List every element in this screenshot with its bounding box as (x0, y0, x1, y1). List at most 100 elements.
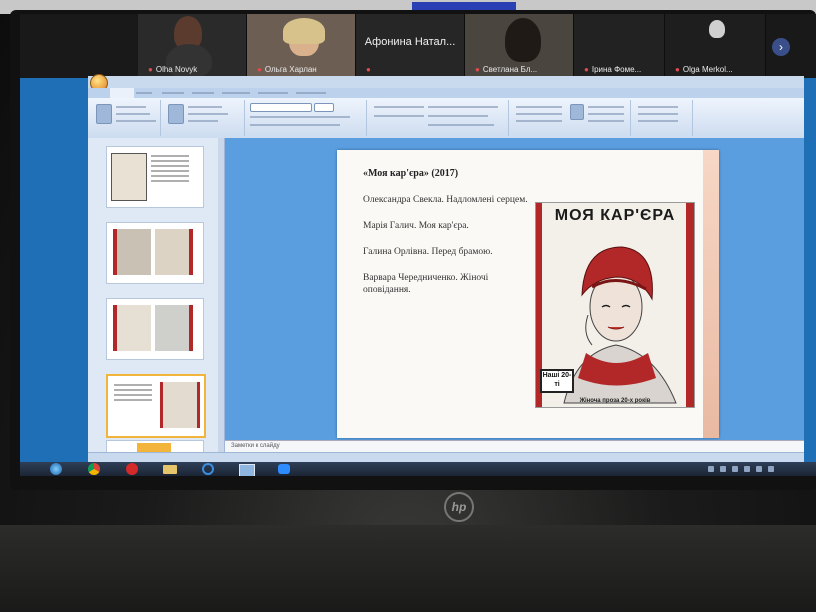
opera-icon[interactable] (118, 462, 146, 476)
internet-explorer-icon[interactable] (194, 462, 222, 476)
participant-tile[interactable]: ● Ірина Фоме... (574, 14, 665, 78)
shapes-gallery[interactable] (516, 106, 562, 108)
ribbon-command[interactable] (588, 120, 624, 122)
ribbon-command[interactable] (588, 113, 624, 115)
ribbon-group-paragraph (368, 100, 509, 136)
ribbon-tab[interactable] (296, 92, 326, 94)
mini-poster (113, 305, 151, 351)
participant-name: ● Olga Merkol... (675, 65, 733, 74)
ribbon-tab[interactable] (192, 92, 214, 94)
hp-logo: hp (444, 492, 474, 522)
find-command[interactable] (638, 106, 678, 108)
slide-heading: «Моя кар'єра» (2017) (363, 168, 459, 179)
muted-mic-icon: ● (148, 65, 153, 74)
ribbon-command[interactable] (116, 120, 156, 122)
ribbon-group-drawing (510, 100, 631, 136)
poster-subtitle: Жіноча проза 20-х років (579, 398, 651, 404)
slide-item: Варвара Чередниченко. Жіночі оповідання. (363, 273, 489, 295)
participant-name: ● (366, 65, 374, 74)
ribbon-tab-active[interactable] (110, 88, 134, 98)
laptop-screen: ● Olha Novyk ● Ольга Харлан Афонина Натал.… (20, 14, 816, 476)
ribbon-command[interactable] (188, 106, 222, 108)
muted-mic-icon: ● (584, 65, 589, 74)
mini-text (151, 155, 189, 185)
slide-body: Олександра Свекла. Надломлені серцем. Ма… (363, 194, 533, 310)
ribbon-command[interactable] (588, 106, 624, 108)
participant-hair (283, 18, 325, 44)
ribbon-command[interactable] (116, 113, 150, 115)
muted-mic-icon: ● (675, 65, 680, 74)
ribbon-command[interactable] (188, 113, 228, 115)
participant-tile[interactable]: Афонина Натал... ● (356, 14, 465, 78)
slide-thumbnail[interactable]: 2 (106, 222, 204, 284)
participant-name: ● Светлана Бл... (475, 65, 538, 74)
powerpoint-window: 1 2 3 4 5 (88, 74, 804, 465)
participant-tile[interactable]: ● Olga Merkol... (665, 14, 766, 78)
paste-icon[interactable] (96, 104, 112, 124)
new-slide-icon[interactable] (168, 104, 184, 124)
battery-icon[interactable] (768, 466, 774, 472)
participant-tile[interactable]: ● Olha Novyk (138, 14, 247, 78)
ribbon-command[interactable] (188, 120, 218, 122)
participant-face (709, 20, 725, 38)
arrange-icon[interactable] (570, 104, 584, 120)
tray-icon[interactable] (708, 466, 714, 472)
current-slide[interactable]: «Моя кар'єра» (2017) Олександра Свекла. … (337, 150, 719, 438)
book-cover-poster: МОЯ КАР'ЄРА Наші 20-ті Жіноча проза 20-х (535, 202, 695, 408)
windows-taskbar (20, 462, 816, 476)
volume-icon[interactable] (744, 466, 750, 472)
tray-icon[interactable] (732, 466, 738, 472)
mini-poster (111, 153, 147, 201)
paragraph-buttons[interactable] (428, 106, 498, 108)
network-icon[interactable] (756, 466, 762, 472)
font-format-buttons[interactable] (250, 116, 350, 118)
mini-poster (155, 229, 193, 275)
tray-icon[interactable] (720, 466, 726, 472)
shapes-gallery[interactable] (516, 120, 562, 122)
mini-poster (113, 229, 151, 275)
mini-text (114, 384, 152, 404)
participant-tile[interactable]: ● Ольга Харлан (247, 14, 356, 78)
slide-thumbnail[interactable]: 1 (106, 146, 204, 208)
ribbon-group-clipboard (90, 100, 161, 136)
ribbon-tab[interactable] (162, 92, 184, 94)
zoom-task-icon[interactable] (270, 462, 298, 476)
ribbon-tab[interactable] (222, 92, 250, 94)
slide-thumbnail[interactable]: 3 (106, 298, 204, 360)
slide-item: Марія Галич. Моя кар'єра. (363, 221, 469, 231)
powerpoint-task-icon[interactable] (232, 462, 260, 476)
slide-decor-stripe (703, 150, 719, 438)
replace-command[interactable] (638, 113, 678, 115)
file-explorer-icon[interactable] (156, 462, 184, 476)
paragraph-buttons[interactable] (428, 115, 488, 117)
font-format-buttons[interactable] (250, 124, 340, 126)
start-button-icon[interactable] (42, 462, 70, 476)
participant-name: ● Ірина Фоме... (584, 65, 642, 74)
ribbon-command[interactable] (116, 106, 146, 108)
font-name-select[interactable] (250, 103, 312, 112)
ribbon-tab[interactable] (258, 92, 288, 94)
laptop-keyboard-deck (0, 525, 816, 612)
paragraph-buttons[interactable] (374, 115, 424, 117)
slide-thumbnail-selected[interactable]: 4 (106, 374, 206, 438)
muted-mic-icon: ● (257, 65, 262, 74)
ribbon-tab[interactable] (136, 92, 152, 94)
participant-name: ● Ольга Харлан (257, 65, 317, 74)
font-size-select[interactable] (314, 103, 334, 112)
mini-poster (155, 305, 193, 351)
participant-tile[interactable]: ● Светлана Бл... (465, 14, 574, 78)
next-page-arrow-icon[interactable]: › (772, 38, 790, 56)
slides-panel: 1 2 3 4 5 (88, 138, 225, 454)
shapes-gallery[interactable] (516, 113, 562, 115)
participant-name-large: Афонина Натал... (364, 36, 456, 48)
paragraph-buttons[interactable] (428, 124, 494, 126)
slide-item: Олександра Свекла. Надломлені серцем. (363, 195, 528, 205)
chrome-icon[interactable] (80, 462, 108, 476)
slide-edit-area: «Моя кар'єра» (2017) Олександра Свекла. … (225, 138, 804, 452)
ribbon-tabs (88, 88, 804, 98)
paragraph-buttons[interactable] (374, 106, 424, 108)
slides-panel-scrollbar[interactable] (218, 138, 224, 452)
ribbon (88, 98, 804, 139)
select-command[interactable] (638, 120, 678, 122)
ribbon-group-slides (162, 100, 245, 136)
